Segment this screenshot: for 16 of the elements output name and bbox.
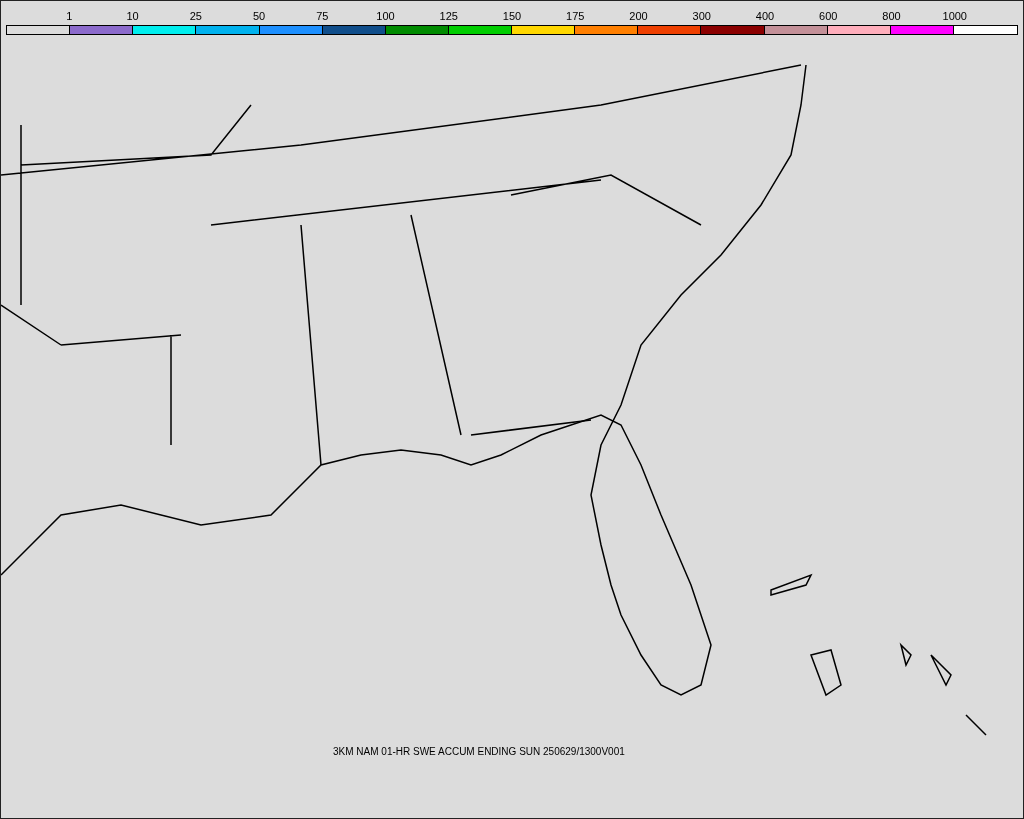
map-caption: 3KM NAM 01-HR SWE ACCUM ENDING SUN 250629/1300V001 — [333, 746, 625, 757]
legend-label: 175 — [566, 9, 585, 23]
legend-label: 1000 — [942, 9, 967, 23]
legend-label: 400 — [755, 9, 775, 23]
legend-label: 150 — [502, 9, 522, 23]
legend-label: 100 — [376, 9, 395, 23]
legend-label: 10 — [126, 9, 139, 23]
legend-label: 125 — [439, 9, 458, 23]
legend-label: 25 — [189, 9, 202, 23]
legend-label: 800 — [882, 9, 901, 23]
legend-label: 1 — [66, 9, 73, 23]
legend-label: 300 — [692, 9, 711, 23]
legend-label: 200 — [629, 9, 648, 23]
legend-label: 600 — [819, 9, 838, 23]
legend-label: 75 — [316, 9, 329, 23]
legend-label: 50 — [252, 9, 266, 23]
